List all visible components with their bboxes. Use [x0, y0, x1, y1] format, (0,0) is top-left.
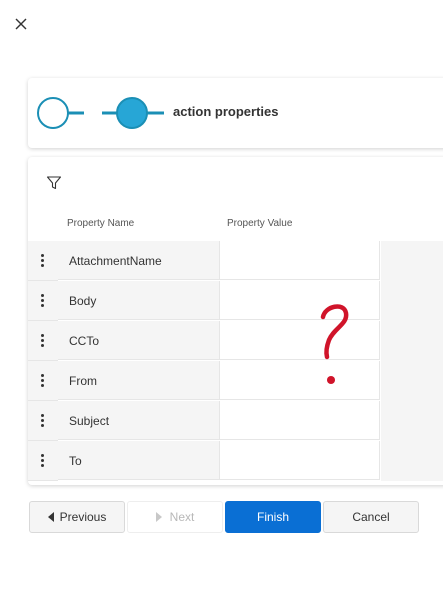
row-menu-button[interactable] [28, 361, 58, 401]
step-1-circle [37, 97, 69, 129]
property-value-cell[interactable] [220, 441, 380, 480]
cancel-button[interactable]: Cancel [323, 501, 419, 533]
property-grid-panel: Property Name Property Value AttachmentN… [28, 157, 443, 485]
cancel-label: Cancel [352, 510, 390, 524]
filter-icon [46, 176, 62, 190]
table-row: Subject [28, 401, 380, 441]
more-vertical-icon [41, 414, 44, 427]
table-row: AttachmentName [28, 241, 380, 281]
property-name-cell: To [58, 441, 220, 480]
row-menu-button[interactable] [28, 281, 58, 321]
finish-label: Finish [256, 510, 289, 524]
more-vertical-icon [41, 374, 44, 387]
more-vertical-icon [41, 454, 44, 467]
step-2-circle [116, 97, 148, 129]
stepper-track [37, 97, 164, 129]
more-vertical-icon [41, 294, 44, 307]
property-name-cell: From [58, 361, 220, 400]
step-label: action properties [173, 104, 279, 119]
row-menu-button[interactable] [28, 441, 58, 481]
filter-button[interactable] [46, 175, 62, 191]
previous-label: Previous [59, 510, 107, 524]
close-button[interactable] [12, 15, 30, 33]
row-menu-button[interactable] [28, 321, 58, 361]
property-value-cell[interactable] [220, 401, 380, 440]
finish-button[interactable]: Finish [225, 501, 321, 533]
property-value-cell[interactable] [220, 241, 380, 280]
more-vertical-icon [41, 254, 44, 267]
row-menu-button[interactable] [28, 241, 58, 281]
previous-button[interactable]: Previous [29, 501, 125, 533]
next-button[interactable]: Next [127, 501, 223, 533]
caret-left-icon [47, 511, 54, 522]
property-name-cell: AttachmentName [58, 241, 220, 280]
property-name-cell: Body [58, 281, 220, 320]
caret-right-icon [155, 511, 162, 522]
column-header-property-name[interactable]: Property Name [67, 218, 134, 229]
property-grid: AttachmentName Body CCTo From Subject To [28, 241, 443, 481]
property-name-cell: Subject [58, 401, 220, 440]
annotation-question-mark [320, 304, 349, 384]
grid-empty-area [381, 241, 443, 481]
next-label: Next [169, 510, 195, 524]
table-row: To [28, 441, 380, 481]
column-header-property-value[interactable]: Property Value [227, 218, 292, 229]
wizard-stepper: action properties [28, 78, 443, 148]
more-vertical-icon [41, 334, 44, 347]
close-icon [15, 18, 27, 30]
property-name-cell: CCTo [58, 321, 220, 360]
row-menu-button[interactable] [28, 401, 58, 441]
